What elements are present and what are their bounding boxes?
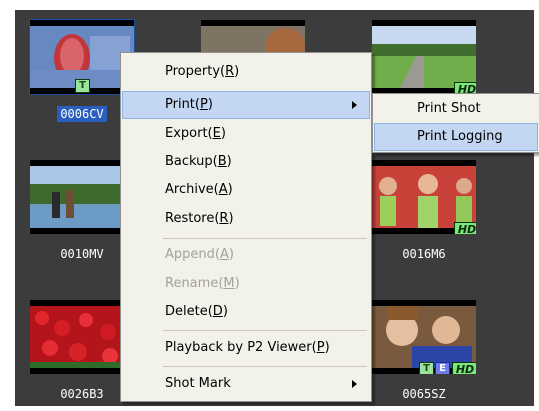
menu-item-print[interactable]: Print(P) (122, 91, 370, 119)
submenu-item-label: Print Logging (417, 129, 503, 144)
hd-badge: HD (452, 362, 476, 374)
clip-thumbnail[interactable]: T E HD (372, 300, 476, 374)
menu-separator (163, 366, 367, 367)
clip-label: 0006CV (30, 105, 134, 123)
menu-item-export[interactable]: Export(E) (123, 121, 369, 147)
text-memo-badge: T (75, 79, 90, 93)
clip-label: 0065SZ (402, 387, 446, 401)
clip-0065SZ[interactable]: T E HD 0065SZ (372, 300, 476, 401)
clip-thumbnail[interactable]: HD (372, 160, 476, 234)
clip-label: 0016M6 (402, 247, 446, 261)
clip-0016M6[interactable]: HD 0016M6 (372, 160, 476, 261)
menu-item-label: Backup(B) (165, 154, 232, 169)
hd-badge: HD (454, 222, 476, 234)
menu-item-label: Archive(A) (165, 182, 233, 197)
menu-separator (163, 238, 367, 239)
print-submenu: Print Shot Print Logging (372, 93, 539, 153)
menu-item-label: Playback by P2 Viewer(P) (165, 340, 330, 355)
clip-label: 0026B3 (60, 387, 104, 401)
submenu-item-label: Print Shot (417, 101, 481, 116)
menu-separator (163, 330, 367, 331)
menu-item-label: Restore(R) (165, 211, 234, 226)
submenu-arrow-icon (352, 380, 357, 388)
clip-thumbnail[interactable]: HD (372, 20, 476, 94)
menu-item-label: Export(E) (165, 126, 226, 141)
menu-item-label: Print(P) (165, 97, 213, 112)
clip-thumbnail[interactable] (30, 160, 134, 234)
menu-item-append: Append(A) (123, 242, 369, 268)
menu-item-archive[interactable]: Archive(A) (123, 177, 369, 203)
clip-0026B3[interactable]: 0026B3 (30, 300, 134, 401)
menu-item-label: Append(A) (165, 247, 234, 262)
thumbnail-image (372, 26, 476, 88)
submenu-arrow-icon (352, 101, 357, 109)
essence-mark-badge: E (435, 362, 450, 374)
submenu-item-print-shot[interactable]: Print Shot (375, 96, 537, 122)
menu-item-label: Property(R) (165, 64, 240, 79)
menu-item-label: Rename(M) (165, 276, 240, 291)
menu-item-rename: Rename(M) (123, 271, 369, 297)
menu-item-label: Shot Mark (165, 376, 231, 391)
menu-item-delete[interactable]: Delete(D) (123, 299, 369, 325)
clip-label: 0010MV (60, 247, 104, 261)
clip-thumbnail[interactable]: T (29, 19, 135, 95)
submenu-item-print-logging[interactable]: Print Logging (374, 123, 538, 151)
menu-item-shot-mark[interactable]: Shot Mark (123, 371, 369, 397)
thumbnail-image (30, 306, 134, 368)
clip-id-text: 0006CV (57, 106, 107, 122)
thumbnail-image (372, 306, 476, 368)
thumbnail-image (30, 166, 134, 228)
text-memo-badge: T (419, 362, 434, 374)
menu-item-label: Delete(D) (165, 304, 228, 319)
menu-item-backup[interactable]: Backup(B) (123, 149, 369, 175)
clip-0010MV[interactable]: 0010MV (30, 160, 134, 261)
menu-item-playback-p2-viewer[interactable]: Playback by P2 Viewer(P) (123, 335, 369, 361)
menu-item-restore[interactable]: Restore(R) (123, 206, 369, 232)
context-menu: Property(R) Print(P) Export(E) Backup(B)… (120, 52, 372, 402)
clip-0006CV[interactable]: T 0006CV (29, 19, 135, 122)
clip-thumbnail[interactable] (30, 300, 134, 374)
thumbnail-image (372, 166, 476, 228)
menu-item-property[interactable]: Property(R) (123, 59, 369, 85)
